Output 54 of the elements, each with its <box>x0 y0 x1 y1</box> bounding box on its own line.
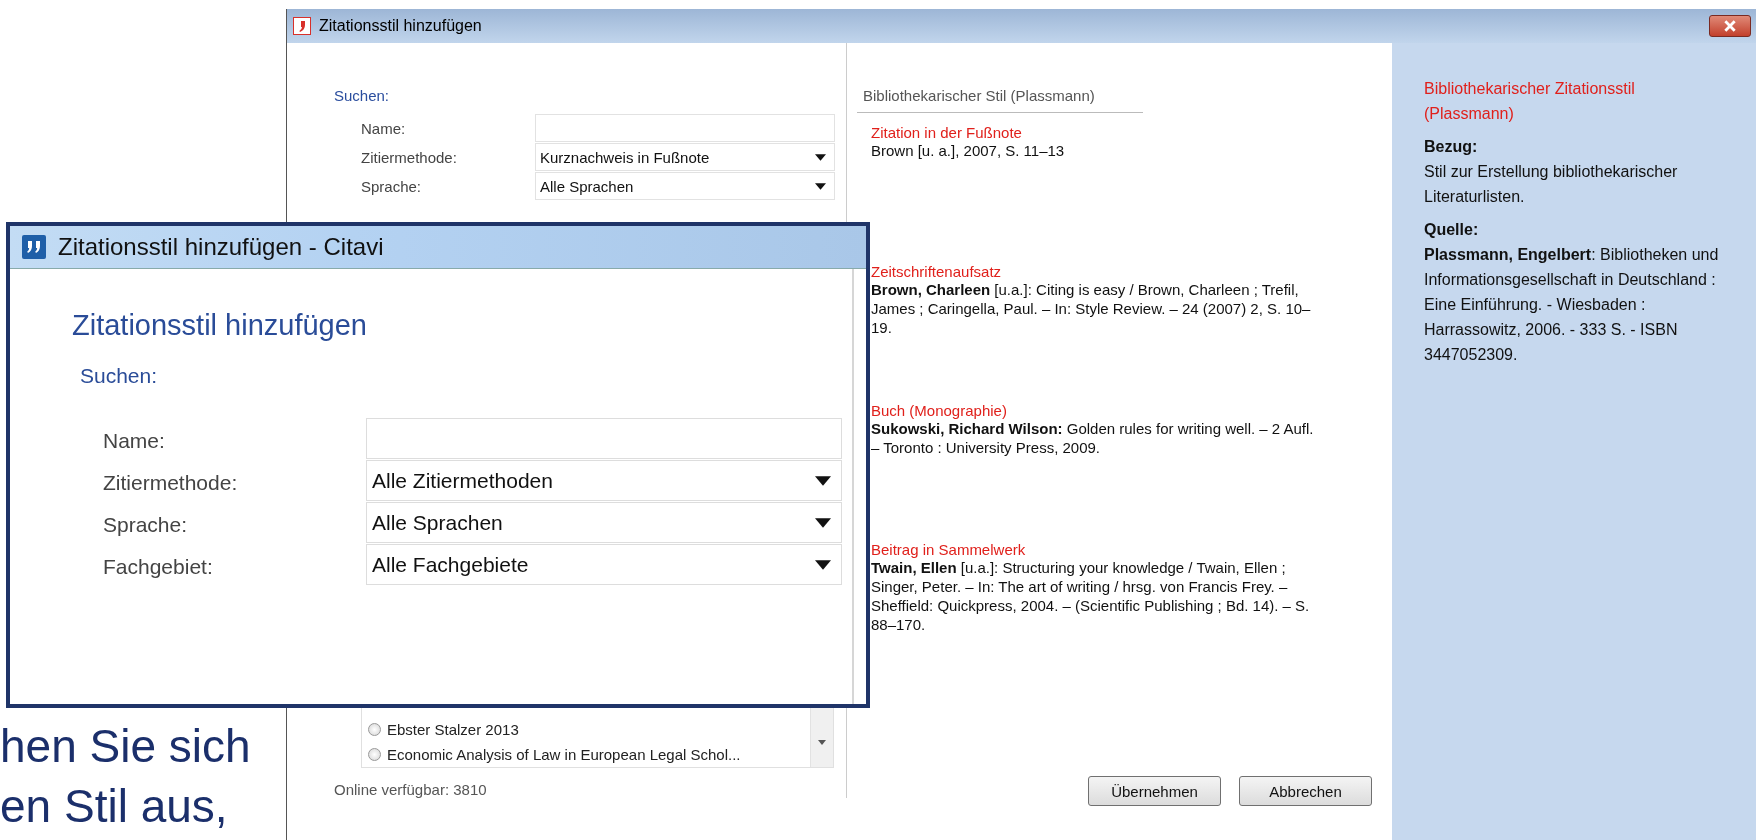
online-count: Online verfügbar: 3810 <box>334 781 488 798</box>
radio-button[interactable] <box>368 723 381 736</box>
info-heading: Bezug: <box>1424 137 1479 157</box>
dropdown[interactable]: Alle Sprachen <box>535 172 835 200</box>
input-field[interactable] <box>366 418 842 459</box>
input-field[interactable] <box>535 114 835 142</box>
caret-icon <box>815 517 831 528</box>
caret-icon <box>815 153 826 161</box>
preview-title: Bibliothekarischer Stil (Plassmann) <box>857 87 1143 113</box>
preview-heading: Zeitschriftenaufsatz <box>871 263 1003 280</box>
slide-text: en Stil aus, <box>0 779 229 834</box>
slide-text: hen Sie sich <box>0 719 252 774</box>
dropdown[interactable]: Kurznachweis in Fußnote <box>535 143 835 171</box>
dropdown[interactable]: Alle Sprachen <box>366 502 842 543</box>
field-label: Sprache: <box>361 177 423 197</box>
style-name: Ebster Stalzer 2013 <box>387 721 519 738</box>
citation-example: Sukowski, Richard Wilson: Golden rules for writing well. – 2 Aufl. – Toronto : University Press, 2009. <box>871 419 1315 457</box>
caret-icon <box>815 182 826 190</box>
section-heading: Suchen: <box>80 364 159 388</box>
window-title: Zitationsstil hinzufügen - Citavi <box>58 233 384 261</box>
preview-heading: Zitation in der Fußnote <box>871 124 1023 141</box>
section-heading: Suchen: <box>334 87 391 104</box>
field-label: Zitiermethode: <box>361 148 458 168</box>
info-title: Bibliothekarischer Zitationsstil (Plassmann) <box>1424 79 1636 124</box>
field-label: Sprache: <box>103 512 189 538</box>
dropdown[interactable]: Alle Fachgebiete <box>366 544 842 585</box>
dialog-heading: Zitationsstil hinzufügen <box>72 309 368 342</box>
citation-example: Brown [u. a.], 2007, S. 11–13 <box>871 141 1066 160</box>
close-button[interactable] <box>1709 15 1751 37</box>
field-label: Name: <box>103 428 166 454</box>
citation-example: Brown, Charleen [u.a.]: Citing is easy / Brown, Charleen ; Trefil, James ; Caringella, Paul. – In: Style Review. – 24 (2007) 2, S. 10–19. <box>871 280 1312 337</box>
field-label: Name: <box>361 119 407 139</box>
citation-example: Twain, Ellen [u.a.]: Structuring your knowledge / Twain, Ellen ; Singer, Peter. – In: The art of writing / hrsg. von Francis Frey. – Sheffield: Quickpress, 2004. – (Scientific Publishing ; Bd. 14). – S. 88–170. <box>871 558 1311 634</box>
field-label: Zitiermethode: <box>103 470 239 496</box>
info-text: Plassmann, Engelbert: Bibliotheken und Informationsgesellschaft in Deutschland : Eine Einführung. - Wiesbaden : Harrassowitz, 2006. - 333 S. - ISBN 3447052309. <box>1424 245 1720 365</box>
info-text: Stil zur Erstellung bibliothekarischer Literaturlisten. <box>1424 162 1679 207</box>
radio-button[interactable] <box>368 748 381 761</box>
caret-icon <box>815 559 831 570</box>
style-name: Economic Analysis of Law in European Legal Schol... <box>387 746 741 763</box>
caret-icon <box>815 475 831 486</box>
comma-logo-icon <box>293 17 311 35</box>
style-list-item[interactable]: Economic Analysis of Law in European Legal Schol... <box>368 742 810 767</box>
window-title: Zitationsstil hinzufügen <box>319 17 483 35</box>
field-label: Fachgebiet: <box>103 554 214 580</box>
close-icon <box>1723 20 1737 32</box>
info-heading: Quelle: <box>1424 220 1480 240</box>
style-list-item[interactable]: Ebster Stalzer 2013 <box>368 717 810 742</box>
quote-logo-icon <box>22 235 46 259</box>
dropdown[interactable]: Alle Zitiermethoden <box>366 460 842 501</box>
preview-heading: Beitrag in Sammelwerk <box>871 541 1027 558</box>
scroll-down-icon <box>818 740 826 745</box>
dialog-button[interactable]: Abbrechen <box>1239 776 1372 806</box>
preview-heading: Buch (Monographie) <box>871 402 1008 419</box>
dialog-button[interactable]: Übernehmen <box>1088 776 1221 806</box>
